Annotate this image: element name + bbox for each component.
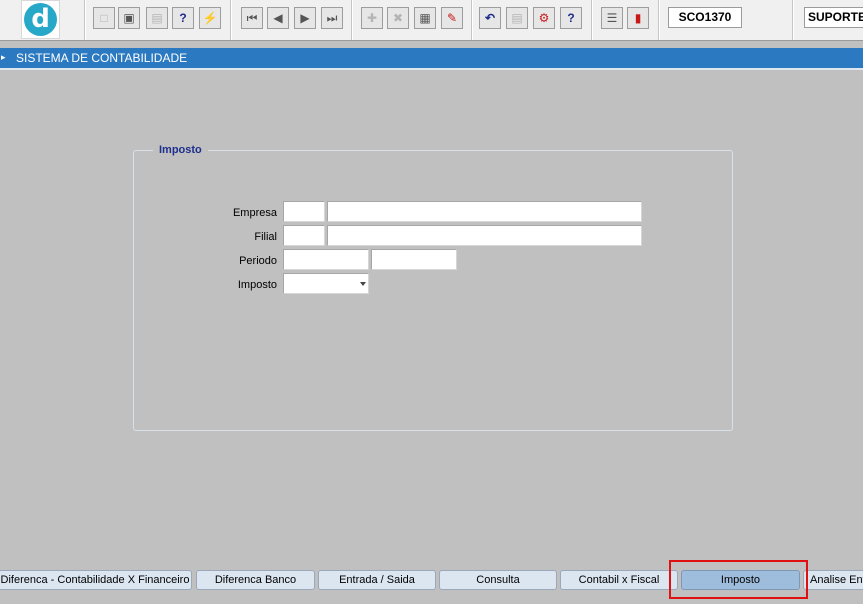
filial-code-field[interactable] bbox=[283, 225, 325, 246]
window-icon[interactable]: ▣ bbox=[118, 7, 140, 29]
user-name: SUPORTE bbox=[804, 7, 863, 28]
lov-icon[interactable]: ▦ bbox=[414, 7, 436, 29]
chevron-down-icon[interactable] bbox=[360, 282, 366, 286]
save-icon[interactable]: □ bbox=[93, 7, 115, 29]
form-id: SCO1370 bbox=[668, 7, 742, 28]
first-record-icon[interactable]: ⏮ bbox=[241, 7, 263, 29]
exit-icon[interactable]: ▮ bbox=[627, 7, 649, 29]
undo-icon[interactable]: ↶ bbox=[479, 7, 501, 29]
clipboard-icon[interactable]: ▤ bbox=[506, 7, 528, 29]
last-record-icon[interactable]: ⏭ bbox=[321, 7, 343, 29]
tab-diferenca-contabilidade-financeiro[interactable]: Diferenca - Contabilidade X Financeiro bbox=[0, 570, 192, 590]
imposto-select[interactable] bbox=[283, 273, 369, 294]
imposto-label: Imposto bbox=[237, 279, 277, 291]
empresa-name-field[interactable] bbox=[327, 201, 642, 222]
tools-icon[interactable]: ⚙ bbox=[533, 7, 555, 29]
periodo-start-field[interactable] bbox=[283, 249, 369, 270]
query-help-icon[interactable]: ? bbox=[172, 7, 194, 29]
app-logo: d bbox=[21, 0, 60, 39]
filial-label: Filial bbox=[254, 231, 277, 243]
insert-record-icon[interactable]: ✚ bbox=[361, 7, 383, 29]
tab-contabil-x-fiscal[interactable]: Contabil x Fiscal bbox=[560, 570, 678, 590]
highlight-box bbox=[669, 560, 808, 599]
window-icon: ▸ bbox=[1, 52, 6, 62]
toolbar: d □ ▣ ▤ ? ⚡ ⏮ ◀ ▶ ⏭ ✚ ✖ ▦ ✎ ↶ ▤ ⚙ ? ☰ ▮ … bbox=[0, 0, 863, 41]
empresa-code-field[interactable] bbox=[283, 201, 325, 222]
print-icon[interactable]: ▤ bbox=[146, 7, 168, 29]
help-icon[interactable]: ? bbox=[560, 7, 582, 29]
periodo-label: Periodo bbox=[239, 255, 277, 267]
empresa-label: Empresa bbox=[232, 207, 277, 219]
window-title: SISTEMA DE CONTABILIDADE bbox=[16, 51, 188, 65]
previous-record-icon[interactable]: ◀ bbox=[267, 7, 289, 29]
window-title-bar: ▸ SISTEMA DE CONTABILIDADE bbox=[0, 48, 863, 70]
frame-title: Imposto bbox=[153, 144, 208, 156]
execute-query-icon[interactable]: ⚡ bbox=[199, 7, 221, 29]
tab-entrada-saida[interactable]: Entrada / Saida bbox=[318, 570, 436, 590]
tab-analise-ent[interactable]: Analise Ent bbox=[803, 570, 863, 590]
edit-icon[interactable]: ✎ bbox=[441, 7, 463, 29]
filial-name-field[interactable] bbox=[327, 225, 642, 246]
periodo-end-field[interactable] bbox=[371, 249, 457, 270]
next-record-icon[interactable]: ▶ bbox=[294, 7, 316, 29]
delete-record-icon[interactable]: ✖ bbox=[387, 7, 409, 29]
tab-diferenca-banco[interactable]: Diferenca Banco bbox=[196, 570, 315, 590]
tab-consulta[interactable]: Consulta bbox=[439, 570, 557, 590]
menu-icon[interactable]: ☰ bbox=[601, 7, 623, 29]
